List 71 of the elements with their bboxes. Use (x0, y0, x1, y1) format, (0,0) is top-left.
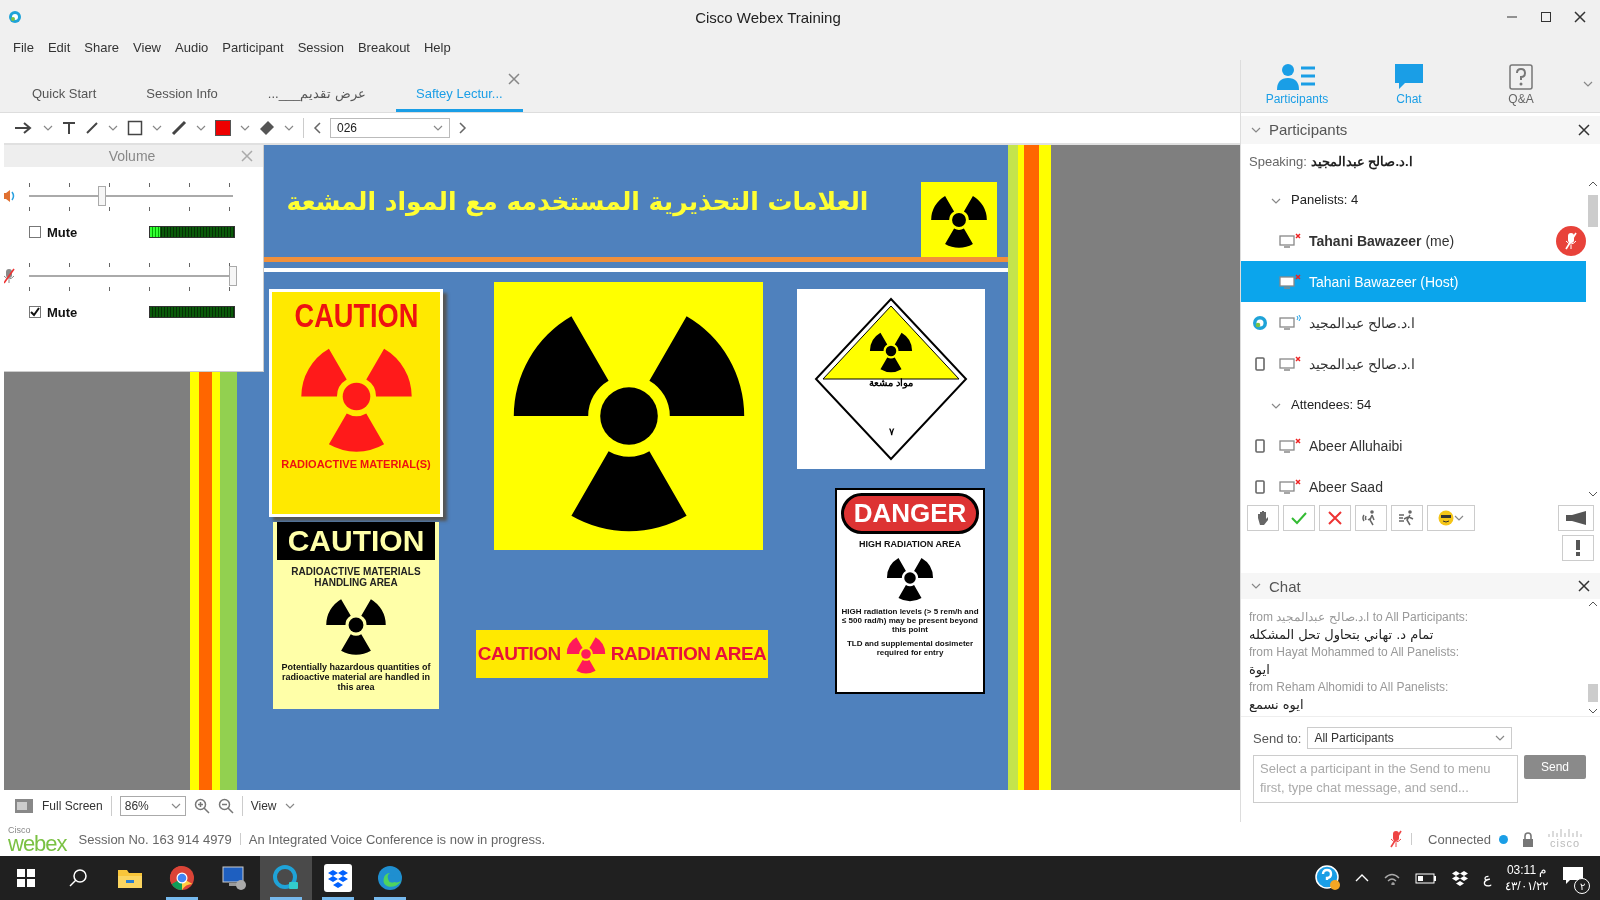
mute-checkbox[interactable]: Mute (29, 224, 78, 240)
menu-item[interactable]: Audio (168, 39, 216, 55)
menu-item[interactable]: Share (77, 39, 127, 55)
sign-text: مواد مشعة (869, 377, 913, 388)
sign-text: RADIOACTIVE MATERIAL(S) (281, 458, 431, 470)
page-number-field[interactable]: 026 (330, 118, 450, 138)
participant-name: Tahani Bawazeer (Host) (1309, 273, 1459, 290)
sign-text: RADIOACTIVE MATERIALS HANDLING AREA (290, 566, 422, 588)
group-label: Panelists: 4 (1291, 192, 1359, 207)
zoom-dropdown[interactable]: 86% (119, 796, 186, 816)
participant-row[interactable]: ا.د.صالح عبدالمجيد (1241, 343, 1586, 384)
menu-item[interactable]: View (126, 39, 168, 55)
connection-status: Connected (1428, 831, 1491, 847)
panel-title: Volume (108, 147, 156, 164)
message-text: ايوه نسمع (1249, 696, 1305, 714)
participant-name: Abeer Saad (1309, 478, 1383, 495)
time-text: 03:11 م (1506, 862, 1547, 878)
participant-row[interactable]: Abeer Saad (1241, 466, 1586, 499)
date-text: ٤٣/٠١/٢٢ (1505, 878, 1548, 894)
message-text: تمام د. تهاني بتحاول تحل المشكله (1249, 626, 1435, 644)
participant-row[interactable]: ا.د.صالح عبدالمجيد (1241, 302, 1586, 343)
panel-title: Chat (1269, 577, 1302, 595)
input-language[interactable]: ع (1483, 870, 1492, 886)
participant-name: Tahani Bawazeer (me) (1309, 232, 1455, 249)
webex-logo: Cisco webex (8, 825, 67, 853)
menu-item[interactable]: File (6, 39, 41, 55)
participant-name: ا.د.صالح عبدالمجيد (1309, 314, 1415, 331)
window-title: Cisco Webex Training (694, 8, 842, 26)
sign-number: ٧ (888, 426, 894, 437)
participant-row[interactable]: Abeer Alluhaibi (1241, 425, 1586, 466)
participant-row[interactable]: Tahani Bawazeer (me) (1241, 220, 1586, 261)
clock[interactable]: 03:11 م ٤٣/٠١/٢٢ (1505, 862, 1548, 894)
menu-item[interactable]: Session (290, 39, 351, 55)
message-text: ايوة (1249, 661, 1271, 679)
document-tab[interactable]: عرض تقديم___... (247, 72, 386, 112)
full-screen-button[interactable]: Full Screen (42, 799, 103, 813)
sign-text: HIGH radiation levels (> 5 rem/h and ≤ 500 rad/h) may be present beyond this point (840, 607, 980, 634)
menu-item[interactable]: Edit (40, 39, 78, 55)
menu-item[interactable]: Participant (215, 39, 291, 55)
mute-checkbox[interactable]: Mute (29, 304, 78, 320)
sign-text: CAUTION (477, 643, 561, 665)
sign-heading: CAUTION (294, 296, 418, 335)
menu-item[interactable]: Help (417, 39, 458, 55)
send-to-label: Send to: (1253, 730, 1302, 746)
group-label: Attendees: 54 (1291, 397, 1372, 412)
slide-title: العلامات التحذيرية المستخدمه مع المواد المشعة (285, 187, 870, 216)
sign-heading: CAUTION (277, 522, 435, 560)
panel-title: Participants (1269, 121, 1349, 139)
document-tab[interactable]: Session Info (126, 72, 238, 112)
sign-text: TLD and supplemental dosimeter required for entry (845, 639, 975, 657)
sign-text: HIGH RADIATION AREA (859, 539, 961, 549)
view-menu[interactable]: View (250, 799, 277, 813)
status-message: An Integrated Voice Conference is now in progress. (248, 831, 546, 847)
message-sender: from Hayat Mohammed to All Panelists: (1249, 644, 1461, 660)
participant-name: Abeer Alluhaibi (1309, 437, 1403, 454)
group-header[interactable]: Attendees: 54 (1241, 384, 1586, 425)
speaking-name: ا.د.صالح عبدالمجيد (1310, 153, 1413, 169)
sign-text: RADIATION AREA (610, 643, 767, 665)
message-sender: from Reham Alhomidi to All Panelists: (1249, 679, 1450, 695)
recipient-dropdown[interactable]: All Participants (1307, 727, 1513, 749)
participant-name: ا.د.صالح عبدالمجيد (1309, 355, 1415, 372)
sign-text: Potentially hazardous quantities of radioactive material are handled in this area (280, 662, 432, 692)
speaking-label: Speaking: (1249, 153, 1307, 169)
sign-heading: DANGER (840, 493, 980, 534)
document-tab[interactable]: Quick Start (12, 72, 117, 112)
session-number: Session No. 163 914 4979 (78, 831, 232, 847)
cisco-logo: cisco (1548, 829, 1582, 849)
group-header[interactable]: Panelists: 4 (1241, 179, 1586, 220)
panel-tab[interactable]: Q&A (1465, 64, 1577, 106)
message-sender: from ا.د.صالح عبدالمجيد to All Participants: (1249, 609, 1470, 625)
menu-item[interactable]: Breakout (350, 39, 417, 55)
